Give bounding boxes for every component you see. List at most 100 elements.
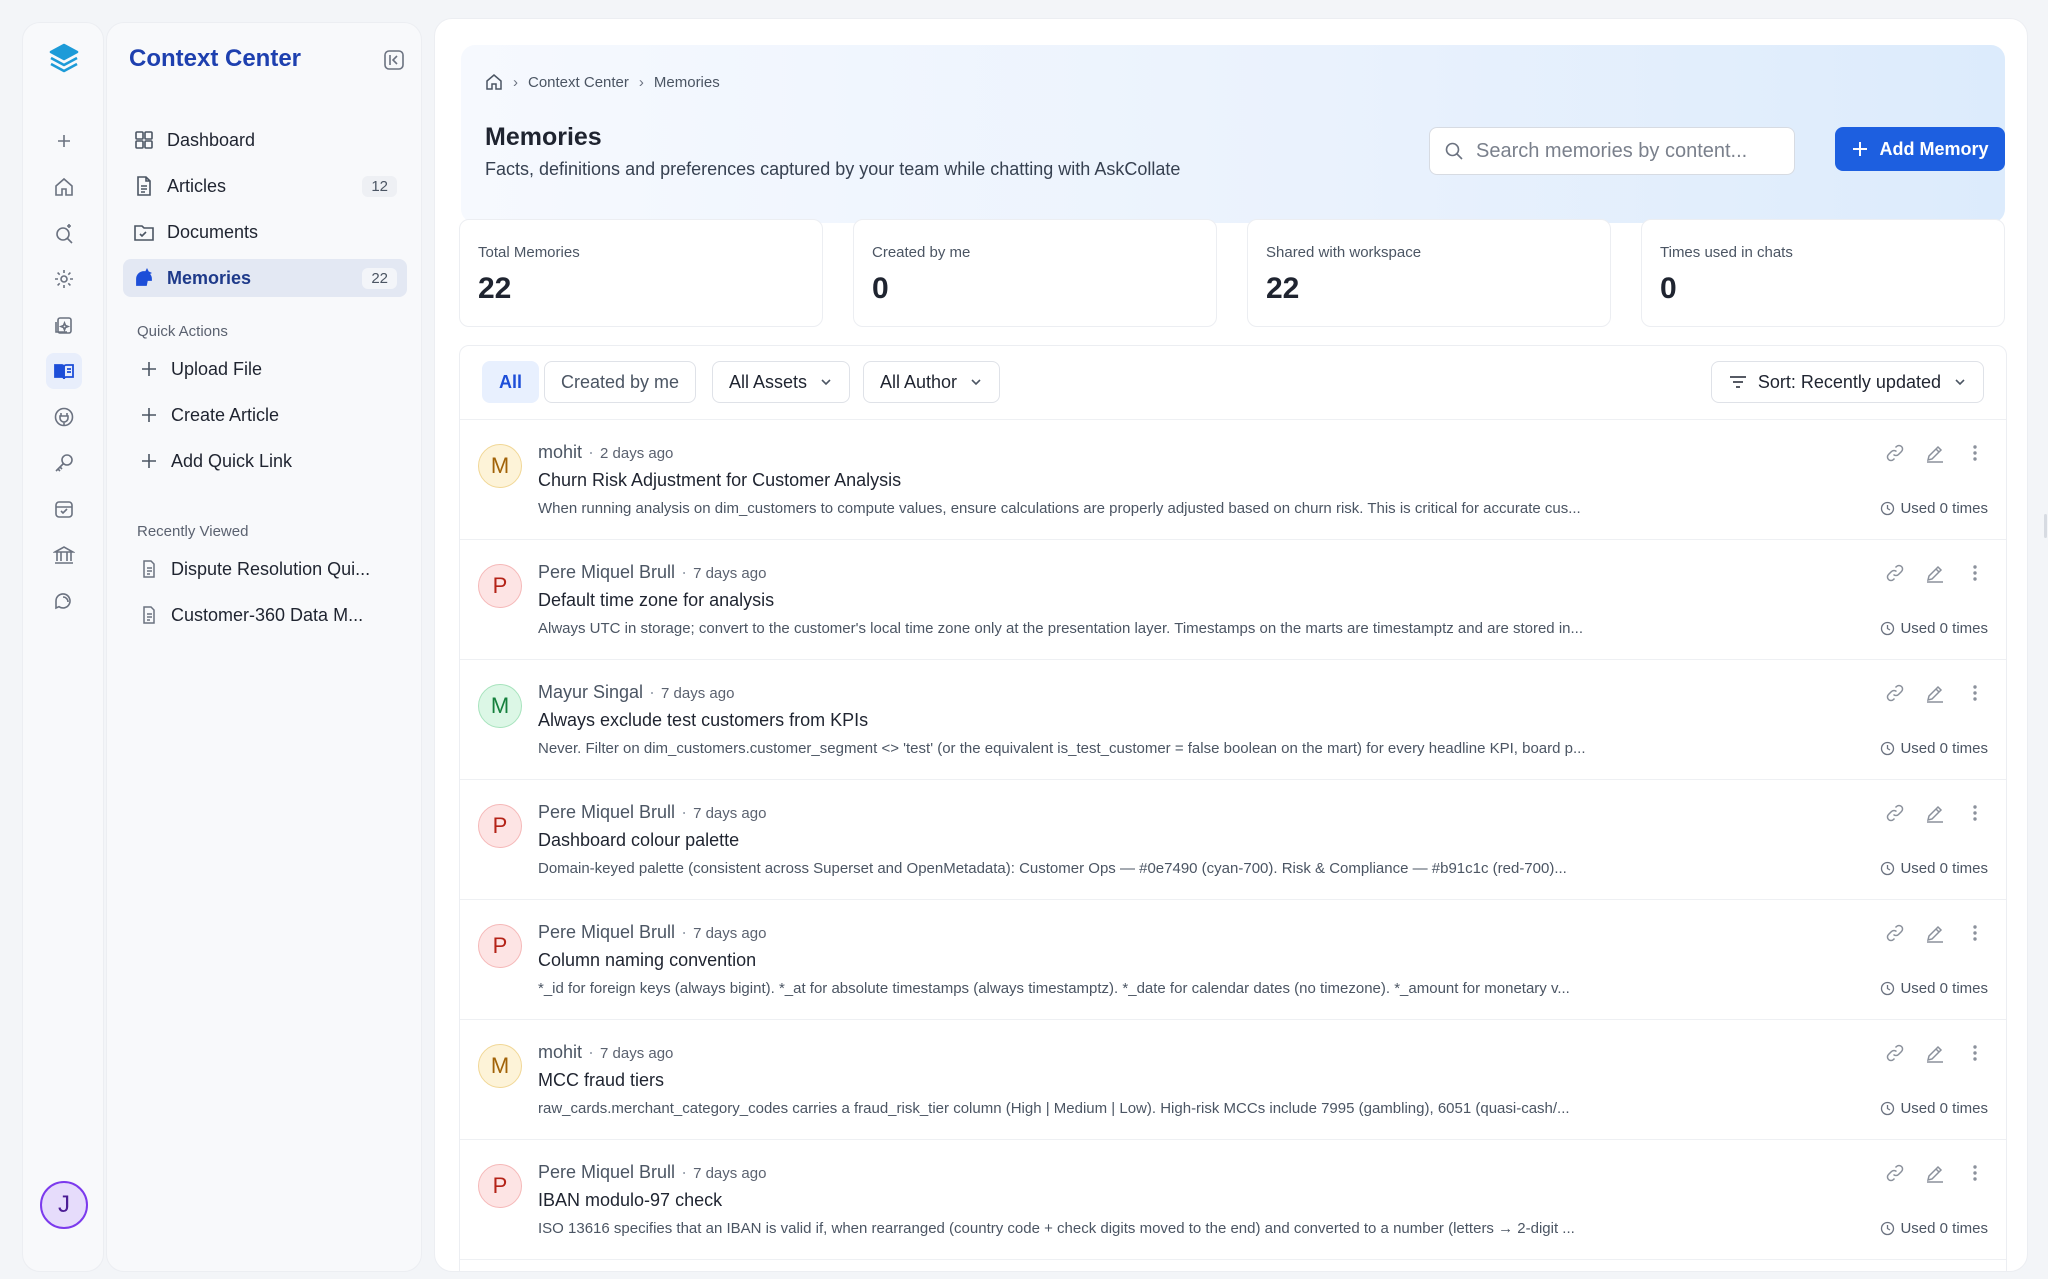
- sort-value: Recently updated: [1800, 371, 1941, 392]
- calendar-icon[interactable]: [46, 491, 82, 527]
- filter-lines-icon: [1728, 372, 1748, 392]
- author-avatar: P: [478, 924, 522, 968]
- scrollbar-handle[interactable]: [2044, 514, 2047, 538]
- create-article-action[interactable]: Create Article: [139, 397, 399, 433]
- link-icon[interactable]: [1884, 562, 1906, 584]
- recent-item[interactable]: Dispute Resolution Qui...: [139, 551, 399, 587]
- bank-icon[interactable]: [46, 537, 82, 573]
- more-vertical-icon[interactable]: [1964, 1162, 1986, 1184]
- add-memory-button[interactable]: Add Memory: [1835, 127, 2005, 171]
- usage-count: Used 0 times: [1880, 740, 1988, 757]
- settings-icon[interactable]: [46, 261, 82, 297]
- edit-icon[interactable]: [1924, 562, 1946, 584]
- book-icon[interactable]: [46, 353, 82, 389]
- sparkle-file-icon[interactable]: [46, 307, 82, 343]
- assets-dropdown[interactable]: All Assets: [712, 361, 851, 403]
- memory-title[interactable]: Always exclude test customers from KPIs: [538, 710, 868, 731]
- search-box: [1429, 127, 1795, 175]
- author-name: Pere Miquel Brull: [538, 922, 676, 942]
- upload-file-action[interactable]: Upload File: [139, 351, 399, 387]
- author-avatar: M: [478, 444, 522, 488]
- sort-dropdown[interactable]: Sort: Recently updated: [1710, 361, 1984, 403]
- home-icon[interactable]: [485, 73, 503, 91]
- edit-icon[interactable]: [1924, 442, 1946, 464]
- recent-item[interactable]: Customer-360 Data M...: [139, 597, 399, 633]
- count-badge: 22: [362, 267, 397, 289]
- separator-dot: ·: [681, 802, 688, 822]
- memory-row[interactable]: P Pere Miquel Brull · 7 days ago IBAN modu…: [460, 1140, 2006, 1260]
- memory-meta: mohit · 2 days ago: [538, 442, 673, 463]
- edit-icon[interactable]: [1924, 802, 1946, 824]
- app-logo-icon[interactable]: [46, 39, 82, 75]
- key-icon[interactable]: [46, 445, 82, 481]
- filter-created-by-me-tab[interactable]: Created by me: [544, 361, 697, 403]
- memory-title[interactable]: Dashboard colour palette: [538, 830, 739, 851]
- link-icon[interactable]: [1884, 1162, 1906, 1184]
- link-icon[interactable]: [1884, 922, 1906, 944]
- more-vertical-icon[interactable]: [1964, 682, 1986, 704]
- memory-row[interactable]: M Mayur Singal · 7 days ago Always exclude…: [460, 660, 2006, 780]
- chevron-down-icon: [969, 375, 983, 389]
- updated-time: 7 days ago: [693, 805, 767, 822]
- more-vertical-icon[interactable]: [1964, 442, 1986, 464]
- link-icon[interactable]: [1884, 802, 1906, 824]
- memory-title[interactable]: Column naming convention: [538, 950, 756, 971]
- memory-title[interactable]: Churn Risk Adjustment for Customer Analy…: [538, 470, 901, 491]
- action-label: Create Article: [171, 404, 280, 425]
- file-text-icon: [133, 175, 155, 197]
- author-name: Pere Miquel Brull: [538, 802, 676, 822]
- stat-value: 0: [872, 272, 889, 305]
- edit-icon[interactable]: [1924, 922, 1946, 944]
- collapse-sidebar-icon[interactable]: [381, 47, 409, 75]
- more-vertical-icon[interactable]: [1964, 922, 1986, 944]
- more-vertical-icon[interactable]: [1964, 562, 1986, 584]
- add-quick-link-action[interactable]: Add Quick Link: [139, 443, 399, 479]
- link-icon[interactable]: [1884, 1042, 1906, 1064]
- folder-icon: [133, 221, 155, 243]
- search-sparkle-icon[interactable]: [46, 215, 82, 251]
- memory-row[interactable]: P Pere Miquel Brull · 7 days ago Dashboard…: [460, 780, 2006, 900]
- memory-description: Always UTC in storage; convert to the cu…: [538, 620, 1583, 637]
- plug-icon[interactable]: [46, 399, 82, 435]
- edit-icon[interactable]: [1924, 1042, 1946, 1064]
- memory-title[interactable]: Default time zone for analysis: [538, 590, 774, 611]
- author-avatar: P: [478, 1164, 522, 1208]
- updated-time: 7 days ago: [661, 685, 735, 702]
- sidebar-item-memories[interactable]: Memories 22: [123, 259, 407, 297]
- plus-icon[interactable]: [46, 123, 82, 159]
- memory-row[interactable]: P Pere Miquel Brull · 7 days ago Column na…: [460, 900, 2006, 1020]
- search-input[interactable]: [1476, 139, 1766, 163]
- sidebar-item-articles[interactable]: Articles 12: [123, 167, 407, 205]
- assets-dropdown-label: All Assets: [729, 371, 808, 392]
- usage-text: Used 0 times: [1900, 500, 1988, 517]
- memory-title[interactable]: MCC fraud tiers: [538, 1070, 664, 1091]
- home-icon[interactable]: [46, 169, 82, 205]
- recent-item-label: Customer-360 Data M...: [171, 604, 364, 625]
- updated-time: 7 days ago: [600, 1045, 674, 1062]
- memory-row[interactable]: M mohit · 2 days ago Churn Risk Adjustment…: [460, 420, 2006, 540]
- link-icon[interactable]: [1884, 442, 1906, 464]
- link-icon[interactable]: [1884, 682, 1906, 704]
- sidebar-item-dashboard[interactable]: Dashboard: [123, 121, 407, 159]
- edit-icon[interactable]: [1924, 1162, 1946, 1184]
- stat-value: 0: [1660, 272, 1677, 305]
- quick-actions-list: Upload File Create Article Add Quick Lin…: [139, 351, 399, 489]
- sidebar-item-label: Memories: [167, 267, 252, 288]
- more-vertical-icon[interactable]: [1964, 1042, 1986, 1064]
- memory-title[interactable]: IBAN modulo-97 check: [538, 1190, 722, 1211]
- edit-icon[interactable]: [1924, 682, 1946, 704]
- more-vertical-icon[interactable]: [1964, 802, 1986, 824]
- stat-card-total: Total Memories 22: [459, 219, 823, 327]
- memory-row[interactable]: P Pere Miquel Brull · 7 days ago Default t…: [460, 540, 2006, 660]
- memory-meta: mohit · 7 days ago: [538, 1042, 673, 1063]
- sidebar-item-documents[interactable]: Documents: [123, 213, 407, 251]
- chat-icon[interactable]: [46, 583, 82, 619]
- user-avatar[interactable]: J: [40, 1181, 88, 1229]
- memory-row[interactable]: M mohit · 7 days ago MCC fraud tiers raw_c…: [460, 1020, 2006, 1140]
- author-dropdown[interactable]: All Author: [863, 361, 1001, 403]
- usage-text: Used 0 times: [1900, 1100, 1988, 1117]
- separator-dot: ·: [649, 682, 656, 702]
- breadcrumb-item[interactable]: Context Center: [528, 74, 629, 91]
- filter-all-tab[interactable]: All: [482, 361, 540, 403]
- memory-meta: Pere Miquel Brull · 7 days ago: [538, 922, 766, 943]
